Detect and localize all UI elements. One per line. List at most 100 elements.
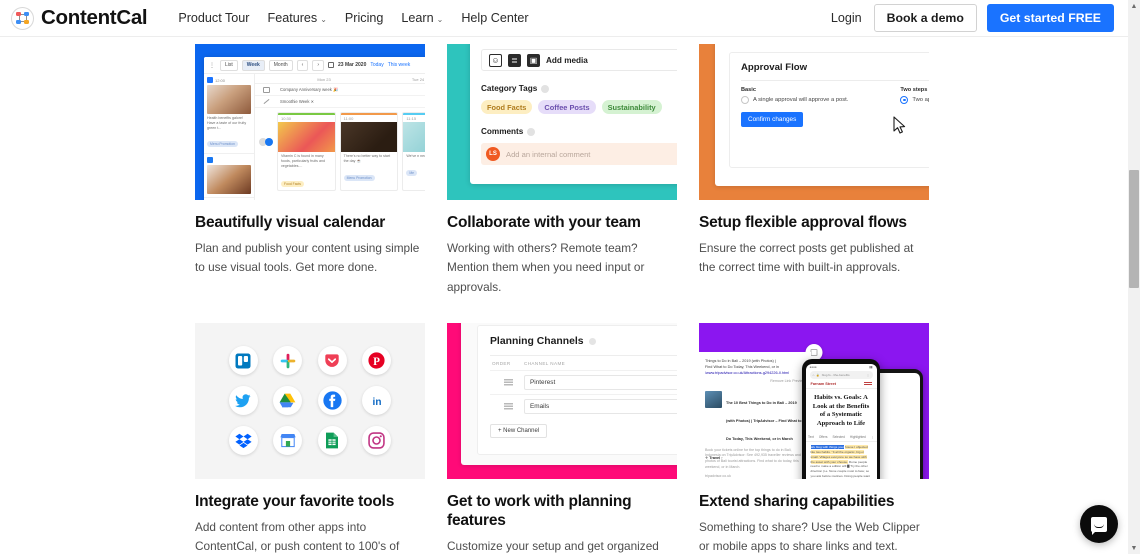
option-name: Basic: [741, 87, 756, 93]
radio-two-steps[interactable]: [900, 96, 909, 104]
remove-link-preview[interactable]: Remove Link Preview: [705, 379, 805, 385]
calendar-view-month[interactable]: Month: [268, 59, 293, 71]
tab-highlighted[interactable]: Highlighted: [850, 435, 866, 439]
phone-url-bar[interactable]: ⌂ 🔒 blog.fs.../the-benefits ⋮: [809, 370, 873, 379]
comment-placeholder: Add an internal comment: [506, 149, 591, 159]
twitter-icon[interactable]: [228, 386, 258, 416]
chevron-down-icon: ⌄: [320, 14, 327, 24]
get-started-free-button[interactable]: Get started FREE: [986, 4, 1114, 32]
nav-item-pricing[interactable]: Pricing: [336, 7, 393, 29]
feature-card-integrations[interactable]: P in Integrate your favorite tools Add c…: [195, 322, 425, 554]
nav-item-product-tour[interactable]: Product Tour: [169, 7, 258, 29]
serp-url[interactable]: /www.tripadvisor.co.uk/Attractions-g2942…: [705, 370, 805, 376]
column-header-channel-name: CHANNEL NAME: [524, 360, 566, 366]
help-icon[interactable]: [527, 127, 536, 136]
card-title: Integrate your favorite tools: [195, 492, 395, 510]
calendar-post[interactable]: 11:15 We've n new dom... Me: [402, 112, 425, 191]
calendar-post[interactable]: 10:30 Vitamin C is found in many foods, …: [277, 112, 336, 191]
scroll-up-arrow-icon[interactable]: ▲: [1128, 0, 1140, 12]
svg-text:P: P: [373, 356, 380, 368]
hamburger-menu-icon[interactable]: [863, 381, 872, 386]
add-media-label[interactable]: Add media: [546, 56, 588, 65]
nav-item-help-center[interactable]: Help Center: [452, 7, 537, 29]
confirm-changes-button[interactable]: Confirm changes: [741, 112, 804, 127]
post-time: 12:00: [215, 77, 226, 83]
channel-name-input[interactable]: Pinterest: [524, 374, 677, 390]
sidebar-post-card[interactable]: 12:00 Health benefits galore! Have a tas…: [204, 74, 254, 154]
calendar-view-list[interactable]: List: [220, 59, 238, 71]
comments-label: Comments: [481, 127, 524, 136]
svg-text:in: in: [372, 397, 381, 408]
linkedin-icon[interactable]: in: [362, 386, 392, 416]
new-channel-button[interactable]: + New Channel: [490, 423, 548, 438]
nav-item-learn[interactable]: Learn ⌄: [392, 7, 452, 29]
search-results-panel: Things to Do in Bali – 2019 (with Photos…: [699, 351, 811, 479]
brand-logo[interactable]: ContentCal: [11, 6, 148, 30]
card-description: Something to share? Use the Web Clipper …: [699, 520, 920, 554]
category-tag[interactable]: Coffee Posts: [538, 100, 596, 114]
phone-url: blog.fs.../the-benefits: [821, 372, 850, 377]
list-icon[interactable]: ≣: [508, 53, 521, 67]
feature-card-planning-features[interactable]: Planning Channels ORDER CHANNEL NAME ICO…: [447, 322, 677, 554]
scrollbar-thumb[interactable]: [1129, 170, 1139, 288]
calendar-grid: Mon 23 Tue 24 Company Anniversary week 🎉…: [255, 74, 425, 200]
facebook-icon: [207, 156, 213, 163]
feature-card-collaborate[interactable]: ☺ ≣ ▣ Add media Category Tags Food Facts…: [447, 44, 677, 297]
channel-name-input[interactable]: Emails: [524, 398, 677, 414]
calendar-event-row[interactable]: Company Anniversary week 🎉: [255, 84, 425, 96]
tab-offers[interactable]: Offers: [819, 435, 828, 439]
help-icon[interactable]: [588, 337, 596, 345]
category-tag[interactable]: Sustainability: [601, 100, 662, 114]
calendar-next-button[interactable]: ›: [312, 59, 325, 71]
more-icon[interactable]: ⋮: [871, 435, 874, 439]
login-link[interactable]: Login: [829, 7, 864, 29]
image-icon[interactable]: ▣: [527, 53, 540, 67]
feature-card-approval-flows[interactable]: Approval Flow Basic A single approval wi…: [699, 44, 929, 297]
drag-handle-icon[interactable]: [492, 378, 524, 386]
intercom-chat-button[interactable]: [1080, 505, 1118, 543]
pocket-icon[interactable]: [317, 346, 347, 376]
serp-footer-category: ✈ Travel ›: [705, 455, 723, 460]
feature-card-extend-sharing[interactable]: Things to Do in Bali – 2019 (with Photos…: [699, 322, 929, 554]
google-my-business-icon[interactable]: [273, 426, 303, 456]
tab-text[interactable]: Text: [808, 435, 814, 439]
serp-result-title[interactable]: The 10 Best Things to Do in Bali – 2019 …: [726, 401, 802, 441]
page-scrollbar[interactable]: ▲ ▼: [1128, 0, 1140, 554]
trello-icon[interactable]: [228, 346, 258, 376]
scroll-down-arrow-icon[interactable]: ▼: [1128, 542, 1140, 554]
comment-input-row[interactable]: LS Add an internal comment: [481, 143, 677, 165]
radio-basic[interactable]: [741, 96, 749, 104]
help-icon[interactable]: [541, 84, 550, 93]
page-root: ContentCal Product Tour Features ⌄ Prici…: [0, 0, 1140, 554]
dropbox-icon[interactable]: [228, 426, 258, 456]
sidebar-post-card[interactable]: [204, 154, 254, 198]
tab-selected[interactable]: Selected: [832, 435, 844, 439]
calendar-this-week-link[interactable]: This week: [388, 62, 411, 68]
slack-icon[interactable]: [273, 346, 303, 376]
feature-card-visual-calendar[interactable]: ⋮ List Week Month ‹ › 23 Mar 2020 Today …: [195, 44, 425, 297]
category-tag[interactable]: Food Facts: [481, 100, 533, 114]
channel-row[interactable]: Emails @ ▾: [490, 393, 677, 418]
book-a-demo-button[interactable]: Book a demo: [873, 4, 977, 32]
calendar-date-icon: [328, 62, 335, 68]
calendar-event-row[interactable]: Smoothie Week ✕: [255, 96, 425, 108]
post-tag: Food Facts: [281, 180, 304, 187]
drag-handle-icon[interactable]: [492, 402, 524, 410]
facebook-icon[interactable]: [317, 386, 347, 416]
calendar-view-week[interactable]: Week: [241, 59, 265, 71]
nav-item-features[interactable]: Features ⌄: [259, 7, 336, 29]
google-drive-icon[interactable]: [273, 386, 303, 416]
pinterest-icon[interactable]: P: [362, 346, 392, 376]
header-actions: Login Book a demo Get started FREE: [829, 4, 1114, 32]
nav-label: Pricing: [344, 11, 384, 25]
emoji-icon[interactable]: ☺: [489, 53, 502, 67]
card-media-integrations: P in: [195, 322, 425, 479]
channel-row[interactable]: Pinterest Ⓟ ▾: [490, 369, 677, 394]
calendar-prev-button[interactable]: ‹: [296, 59, 309, 71]
instagram-icon[interactable]: [362, 426, 392, 456]
post-text: We've n new dom...: [406, 153, 425, 158]
calendar-today-link[interactable]: Today: [370, 62, 383, 68]
feature-card-grid: ⋮ List Week Month ‹ › 23 Mar 2020 Today …: [195, 44, 935, 554]
google-sheets-icon[interactable]: [317, 426, 347, 456]
calendar-post[interactable]: 11:00 There's no better way to start the…: [339, 112, 399, 191]
